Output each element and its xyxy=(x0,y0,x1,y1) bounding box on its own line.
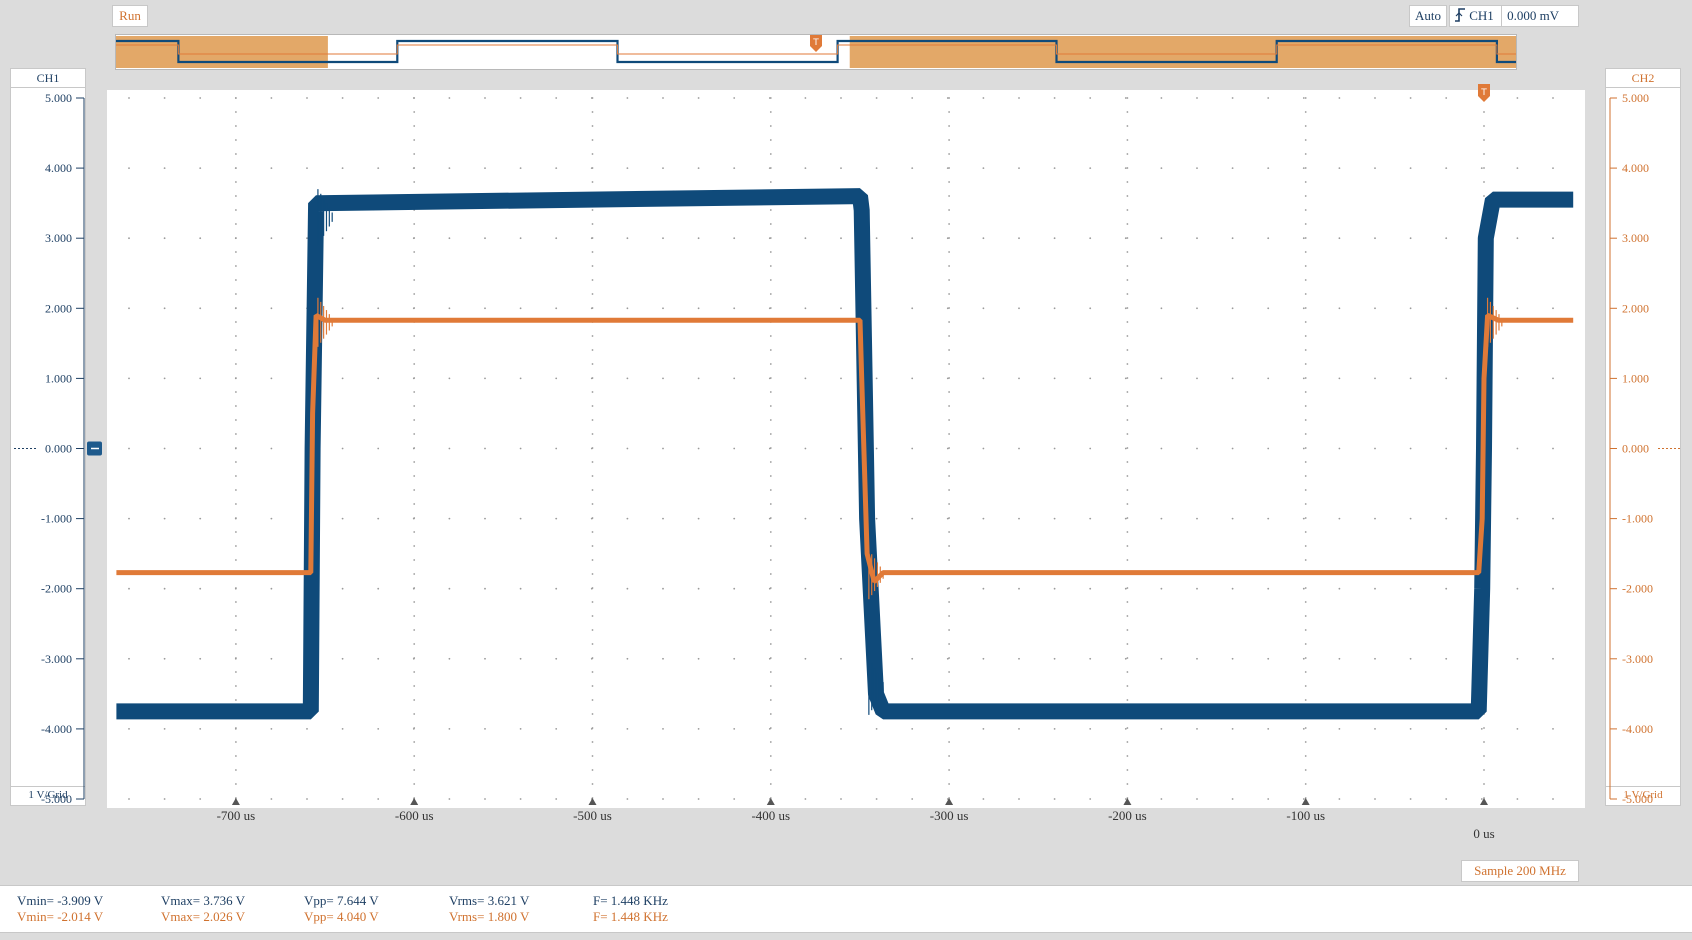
waveform-overview[interactable]: T xyxy=(115,34,1517,70)
ch1-rise-ringing xyxy=(317,189,333,246)
svg-text:T: T xyxy=(1480,88,1487,98)
oscilloscope-plot[interactable]: 5.0004.0003.0002.0001.0000.000-1.000-2.0… xyxy=(0,0,1692,940)
ch1-scale-panel: CH1 1 V/Grid xyxy=(10,68,86,806)
ch1-offset-marker xyxy=(87,441,102,456)
ch1-waveform xyxy=(116,188,1574,720)
sample-rate-label: Sample 200 MHz xyxy=(1461,860,1579,882)
measurements-panel: Vmin= -3.909 V Vmax= 3.736 V Vpp= 7.644 … xyxy=(0,885,1692,933)
time-axis: -700 us -600 us -500 us -400 us -300 us -200 … xyxy=(217,798,1495,841)
ch1-frequency: F= 1.448 KHz xyxy=(593,893,668,908)
ch2-label[interactable]: CH2 xyxy=(1606,69,1680,88)
time-zero-label: 0 us xyxy=(1473,826,1494,841)
ch2-scale[interactable]: 1 V/Grid xyxy=(1606,786,1680,805)
run-status-button[interactable]: Run xyxy=(112,5,148,27)
ch1-vmin: Vmin= -3.909 V xyxy=(17,893,104,908)
ch2-vrms: Vrms= 1.800 V xyxy=(449,909,530,924)
ch1-label[interactable]: CH1 xyxy=(11,69,85,88)
trigger-level: 0.000 mV xyxy=(1501,6,1559,26)
time-tick-label: -600 us xyxy=(395,808,434,823)
ch1-fall-ringing xyxy=(868,658,884,715)
time-tick-label: -200 us xyxy=(1108,808,1147,823)
ch2-vmax: Vmax= 2.026 V xyxy=(161,909,246,924)
trigger-source: CH1 xyxy=(1469,8,1494,23)
time-tick-label: -100 us xyxy=(1286,808,1325,823)
plot-area xyxy=(107,90,1585,808)
svg-text:T: T xyxy=(812,38,819,48)
ch2-fall-ringing xyxy=(868,550,884,600)
ch2-waveform xyxy=(116,313,1574,584)
ch2-rise-ringing-2 xyxy=(1486,297,1503,347)
overview-waveform: T xyxy=(116,35,1516,68)
ch1-vmax: Vmax= 3.736 V xyxy=(161,893,246,908)
ch2-vmin: Vmin= -2.014 V xyxy=(17,909,104,924)
ch2-frequency: F= 1.448 KHz xyxy=(593,909,668,924)
ch2-rise-ringing xyxy=(317,297,333,347)
time-tick-label: -500 us xyxy=(573,808,612,823)
ch1-vrms: Vrms= 3.621 V xyxy=(449,893,530,908)
ch2-scale-panel: CH2 1 V/Grid xyxy=(1605,68,1681,806)
time-tick-label: -300 us xyxy=(930,808,969,823)
ch1-scale[interactable]: 1 V/Grid xyxy=(11,786,85,805)
rising-edge-icon xyxy=(1455,8,1465,22)
time-tick-label: -700 us xyxy=(217,808,256,823)
plot-grid xyxy=(128,97,1554,800)
time-tick-label: -400 us xyxy=(751,808,790,823)
overview-trigger-marker: T xyxy=(810,35,822,52)
ch2-vpp: Vpp= 4.040 V xyxy=(304,909,379,924)
ch1-vpp: Vpp= 7.644 V xyxy=(304,893,379,908)
trigger-settings[interactable]: CH1 0.000 mV xyxy=(1449,5,1579,27)
trigger-mode-button[interactable]: Auto xyxy=(1409,5,1447,27)
trigger-time-marker: T xyxy=(1478,84,1490,102)
